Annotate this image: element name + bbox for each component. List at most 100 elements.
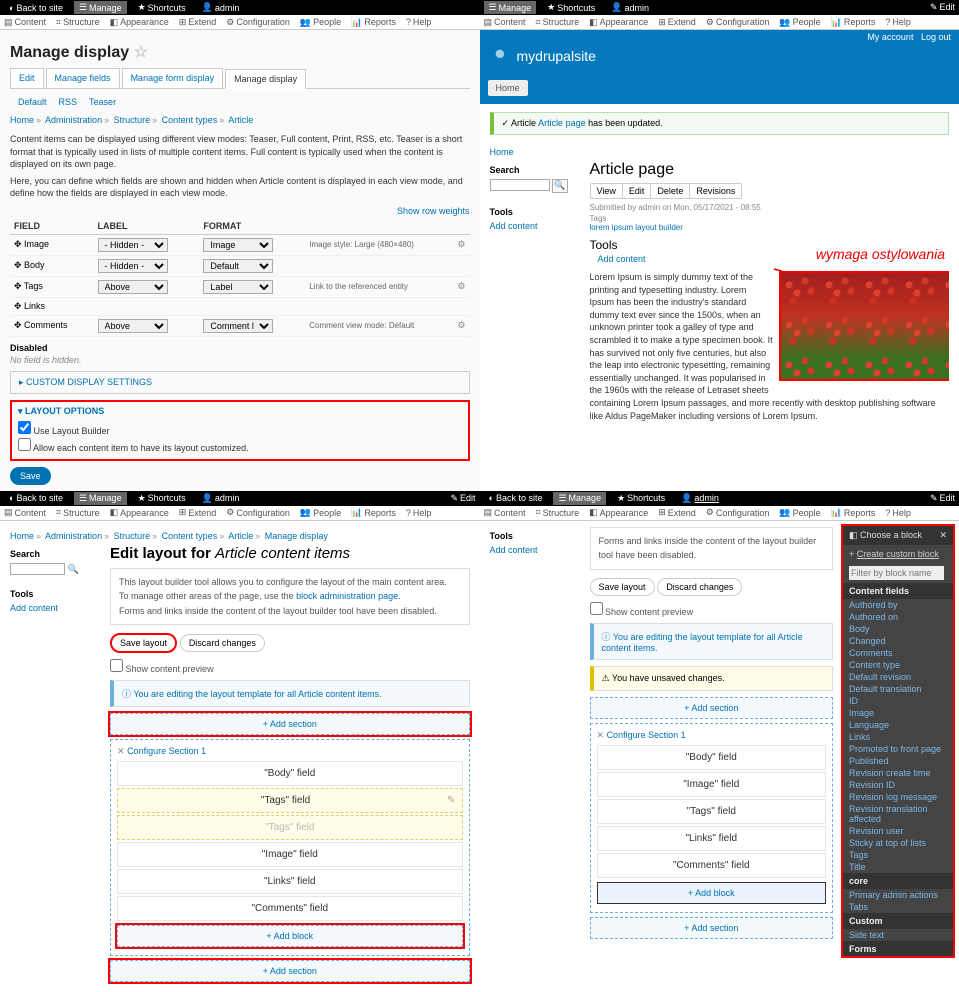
discard-changes-button[interactable]: Discard changes — [657, 578, 742, 596]
block-link[interactable]: Primary admin actions — [843, 889, 953, 901]
node-tab-delete[interactable]: Delete — [651, 184, 690, 198]
configure-section-link[interactable]: Configure Section 1 — [127, 746, 206, 756]
back-to-site[interactable]: ◐ Back to site — [4, 2, 68, 14]
block-link[interactable]: Body — [843, 623, 953, 635]
layout-field[interactable]: "Tags" field — [597, 799, 827, 824]
add-content-link[interactable]: Add content — [598, 254, 646, 264]
add-section-button[interactable]: + Add section — [590, 697, 834, 719]
menu-configuration[interactable]: ⚙ Configuration — [226, 17, 290, 28]
edit-toggle[interactable]: Edit — [930, 2, 955, 13]
block-link[interactable]: Default translation — [843, 683, 953, 695]
block-link[interactable]: Content type — [843, 659, 953, 671]
shortcuts-button[interactable]: ★ Shortcuts — [133, 1, 191, 14]
node-tab-revisions[interactable]: Revisions — [690, 184, 741, 198]
logout-link[interactable]: Log out — [921, 32, 951, 42]
save-button[interactable]: Save — [10, 467, 51, 485]
sec-rss[interactable]: RSS — [59, 97, 78, 107]
close-icon[interactable] — [939, 530, 947, 541]
search-input[interactable] — [490, 179, 550, 191]
format-select[interactable]: Image — [203, 238, 273, 252]
block-link[interactable]: Image — [843, 707, 953, 719]
home-tab[interactable]: Home — [488, 80, 528, 96]
layout-field[interactable]: "Image" field — [117, 842, 463, 867]
block-link[interactable]: Changed — [843, 635, 953, 647]
show-row-weights[interactable]: Show row weights — [397, 206, 470, 216]
block-link[interactable]: Revision ID — [843, 779, 953, 791]
gear-icon[interactable] — [457, 320, 465, 331]
allow-custom-checkbox[interactable] — [18, 438, 31, 451]
block-link[interactable]: Comments — [843, 647, 953, 659]
block-link[interactable]: Published — [843, 755, 953, 767]
breadcrumb: Home» Administration» Structure» Content… — [10, 527, 470, 545]
sec-teaser[interactable]: Teaser — [89, 97, 116, 107]
layout-field[interactable]: "Tags" field✎ — [117, 788, 463, 813]
block-link[interactable]: Revision user — [843, 825, 953, 837]
layout-field[interactable]: "Tags" field — [117, 815, 463, 840]
layout-field[interactable]: "Comments" field — [597, 853, 827, 878]
add-section-button[interactable]: + Add section — [110, 960, 470, 982]
save-layout-button[interactable]: Save layout — [590, 578, 655, 596]
menu-structure[interactable]: ⌗ Structure — [56, 17, 100, 28]
show-preview-checkbox[interactable] — [110, 659, 123, 672]
layout-field[interactable]: "Comments" field — [117, 896, 463, 921]
block-link[interactable]: Sticky at top of lists — [843, 837, 953, 849]
layout-field[interactable]: "Links" field — [597, 826, 827, 851]
sec-default[interactable]: Default — [18, 97, 47, 107]
layout-field[interactable]: "Links" field — [117, 869, 463, 894]
block-link[interactable]: Default revision — [843, 671, 953, 683]
menu-people[interactable]: 👥 People — [300, 17, 341, 28]
layout-field[interactable]: "Body" field — [597, 745, 827, 770]
my-account-link[interactable]: My account — [867, 32, 913, 42]
add-block-button[interactable]: + Add block — [597, 882, 827, 904]
shortcuts-button[interactable]: ★ Shortcuts — [542, 1, 600, 14]
layout-options-title[interactable]: ▾ LAYOUT OPTIONS — [18, 406, 462, 417]
search-submit[interactable]: 🔍 — [552, 179, 568, 193]
node-tab-view[interactable]: View — [591, 184, 623, 198]
admin-user[interactable]: 👤 admin — [606, 1, 654, 14]
use-layout-builder-checkbox[interactable] — [18, 421, 31, 434]
gear-icon[interactable] — [457, 281, 465, 292]
add-section-button[interactable]: + Add section — [590, 917, 834, 939]
menu-reports[interactable]: 📊 Reports — [351, 17, 396, 28]
tab-manage-fields[interactable]: Manage fields — [46, 68, 120, 88]
manage-button[interactable]: ☰ Manage — [484, 1, 537, 14]
add-section-button[interactable]: + Add section — [110, 713, 470, 735]
menu-content[interactable]: ▤ Content — [4, 17, 46, 28]
layout-field[interactable]: "Body" field — [117, 761, 463, 786]
block-link[interactable]: Tags — [843, 849, 953, 861]
tab-manage-display[interactable]: Manage display — [225, 69, 306, 89]
block-link[interactable]: Revision translation affected — [843, 803, 953, 825]
menu-appearance[interactable]: ◧ Appearance — [110, 17, 169, 28]
block-link[interactable]: Side text — [843, 929, 953, 941]
admin-user[interactable]: 👤 admin — [197, 1, 245, 14]
add-content-link[interactable]: Add content — [490, 221, 538, 231]
save-layout-button[interactable]: Save layout — [110, 633, 177, 653]
custom-display-settings[interactable]: ▸ CUSTOM DISPLAY SETTINGS — [10, 371, 470, 394]
block-link[interactable]: Promoted to front page — [843, 743, 953, 755]
discard-changes-button[interactable]: Discard changes — [180, 634, 265, 652]
search-input[interactable] — [10, 563, 65, 575]
block-link[interactable]: Tabs — [843, 901, 953, 913]
block-link[interactable]: Title — [843, 861, 953, 873]
block-link[interactable]: Revision create time — [843, 767, 953, 779]
layout-field[interactable]: "Image" field — [597, 772, 827, 797]
menu-help[interactable]: ? Help — [406, 17, 432, 27]
block-link[interactable]: Authored by — [843, 599, 953, 611]
configure-section-link[interactable]: Configure Section 1 — [607, 730, 686, 740]
gear-icon[interactable] — [457, 239, 465, 250]
site-name[interactable]: mydrupalsite — [517, 48, 596, 64]
label-select[interactable]: - Hidden - — [98, 238, 168, 252]
manage-button[interactable]: ☰ Manage — [74, 1, 127, 14]
block-link[interactable]: Language — [843, 719, 953, 731]
tab-manage-form-display[interactable]: Manage form display — [122, 68, 224, 88]
block-link[interactable]: ID — [843, 695, 953, 707]
add-block-button[interactable]: + Add block — [117, 925, 463, 947]
node-tab-edit[interactable]: Edit — [623, 184, 652, 198]
create-custom-block-link[interactable]: Create custom block — [857, 549, 939, 559]
block-link[interactable]: Links — [843, 731, 953, 743]
tab-edit[interactable]: Edit — [10, 68, 44, 88]
block-link[interactable]: Authored on — [843, 611, 953, 623]
filter-blocks-input[interactable] — [849, 566, 944, 580]
menu-extend[interactable]: ⊞ Extend — [179, 17, 217, 28]
block-link[interactable]: Revision log message — [843, 791, 953, 803]
